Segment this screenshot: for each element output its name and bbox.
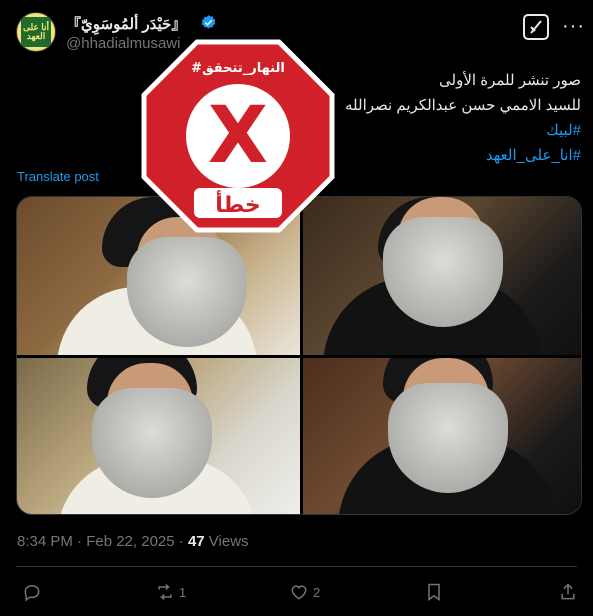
like-count: 2 (313, 584, 321, 600)
post-photo[interactable] (17, 358, 300, 514)
views-label: Views (204, 533, 249, 550)
share-button[interactable] (558, 581, 578, 603)
share-icon (561, 583, 575, 600)
display-name[interactable]: 『حَيْدَر ألمُوسَوِيّ』 (66, 13, 186, 34)
translate-post-link[interactable]: Translate post (17, 169, 99, 184)
avatar-badge: أنا على العهد (21, 17, 51, 47)
post-photo[interactable] (303, 358, 581, 514)
reply-icon (24, 584, 40, 602)
repost-icon (158, 583, 172, 601)
fact-check-stamp: #النهار_تتحقق X خطأ (141, 39, 335, 233)
stamp-top-text: #النهار_تتحقق (191, 61, 285, 76)
bookmark-button[interactable] (424, 581, 444, 603)
bookmark-icon (428, 583, 440, 601)
post-meta: 8:34 PM · Feb 22, 2025 · 47 Views (17, 533, 249, 550)
repost-button[interactable]: 1 (155, 581, 186, 603)
views-count: 47 (187, 533, 205, 550)
verified-icon (201, 15, 216, 29)
more-options-icon[interactable]: ··· (562, 15, 585, 38)
repost-count: 1 (179, 584, 187, 600)
post-timestamp[interactable]: 8:34 PM · Feb 22, 2025 · (17, 533, 188, 550)
grok-icon[interactable] (523, 14, 549, 40)
media-grid (16, 196, 582, 515)
like-button[interactable]: 2 (289, 581, 320, 603)
avatar[interactable]: أنا على العهد (16, 12, 56, 52)
divider (16, 566, 577, 567)
post-photo[interactable] (303, 197, 581, 355)
heart-icon (291, 585, 307, 600)
reply-button[interactable] (22, 581, 42, 603)
stamp-x-mark: X (208, 91, 268, 181)
stamp-verdict: خطأ (215, 189, 261, 218)
